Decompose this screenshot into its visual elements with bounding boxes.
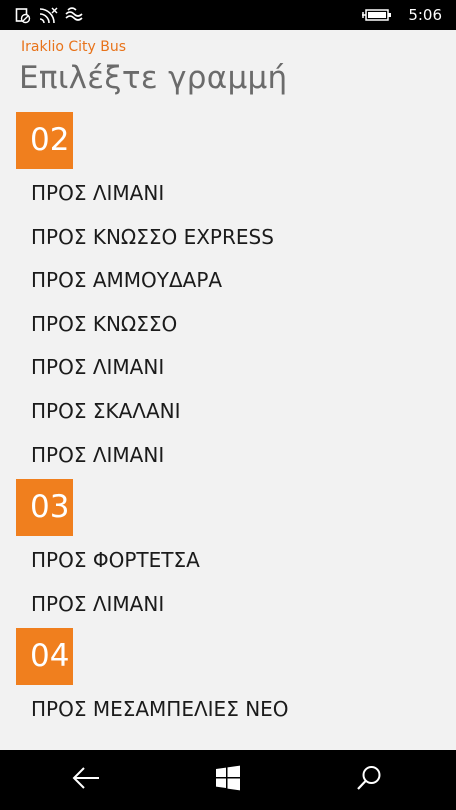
line-number-tile[interactable]: 02	[16, 112, 73, 169]
back-button[interactable]	[71, 765, 101, 795]
route-item[interactable]: ΠΡΟΣ ΜΕΣΑΜΠΕΛΙΕΣ ΝΕΟ	[0, 688, 456, 732]
group-header: 03	[0, 479, 456, 539]
alarm-off-icon	[14, 6, 32, 24]
app-screen: 5:06 Iraklio City Bus Επιλέξτε γραμμή 02…	[0, 0, 456, 810]
search-button[interactable]	[354, 765, 384, 795]
route-item[interactable]: ΠΡΟΣ ΛΙΜΑΝΙ	[0, 346, 456, 390]
back-arrow-icon	[72, 766, 100, 794]
page-title: Επιλέξτε γραμμή	[19, 60, 288, 96]
app-title: Iraklio City Bus	[21, 39, 127, 55]
route-item[interactable]: ΠΡΟΣ ΑΜΜΟΥΔΑΡΑ	[0, 259, 456, 303]
route-item[interactable]: ΠΡΟΣ ΛΙΜΑΝΙ	[0, 172, 456, 216]
route-item[interactable]: ΠΡΟΣ ΚΝΩΣΣΟ EXPRESS	[0, 216, 456, 260]
group-header: 02	[0, 112, 456, 172]
route-item[interactable]: ΠΡΟΣ ΛΙΜΑΝΙ	[0, 434, 456, 478]
status-icons-left	[14, 5, 84, 25]
start-button[interactable]	[213, 765, 243, 795]
status-time: 5:06	[408, 6, 442, 24]
line-number-tile[interactable]: 04	[16, 628, 73, 686]
windows-start-icon	[215, 765, 241, 795]
route-item[interactable]: ΠΡΟΣ ΣΚΑΛΑΝΙ	[0, 390, 456, 434]
route-item[interactable]: ΠΡΟΣ ΦΟΡΤΕΤΣΑ	[0, 539, 456, 583]
route-item[interactable]: ΠΡΟΣ ΚΝΩΣΣΟ	[0, 303, 456, 347]
wifi-icon	[64, 6, 84, 24]
line-number-tile[interactable]: 03	[16, 479, 73, 537]
navigation-bar	[0, 750, 456, 810]
route-list: 02 ΠΡΟΣ ΛΙΜΑΝΙ ΠΡΟΣ ΚΝΩΣΣΟ EXPRESS ΠΡΟΣ ΑΜΜ…	[0, 110, 456, 732]
battery-charging-icon	[362, 7, 392, 27]
route-item[interactable]: ΠΡΟΣ ΛΙΜΑΝΙ	[0, 583, 456, 627]
search-icon	[356, 765, 382, 795]
group-header: 04	[0, 628, 456, 688]
status-bar: 5:06	[0, 0, 456, 30]
signal-icon	[38, 6, 58, 24]
